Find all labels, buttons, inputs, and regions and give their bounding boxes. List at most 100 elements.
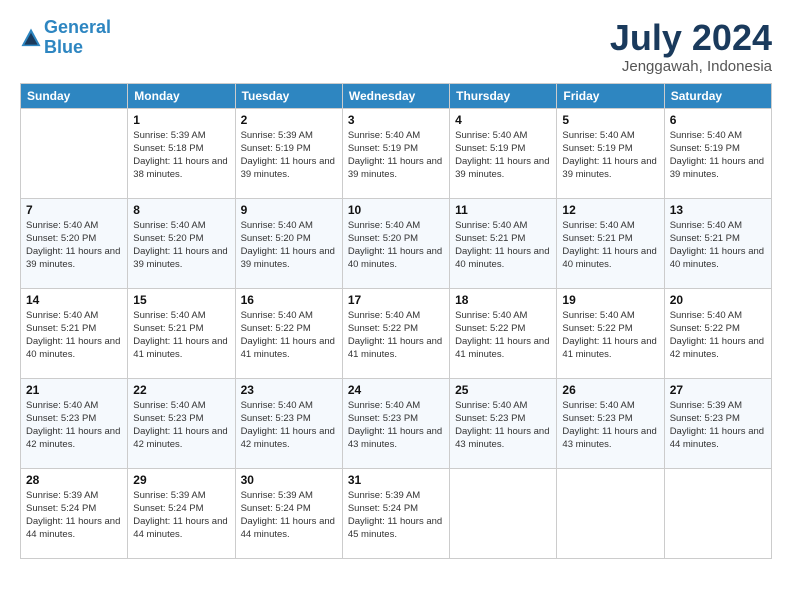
day-number: 19 bbox=[562, 293, 658, 307]
calendar-cell: 15Sunrise: 5:40 AM Sunset: 5:21 PM Dayli… bbox=[128, 288, 235, 378]
location: Jenggawah, Indonesia bbox=[610, 58, 772, 75]
calendar-body: 1 Sunrise: 5:39 AM Sunset: 5:18 PM Daylig… bbox=[21, 108, 772, 558]
calendar-cell: 6 Sunrise: 5:40 AM Sunset: 5:19 PM Daylig… bbox=[664, 108, 771, 198]
calendar-cell: 14 Sunrise: 5:40 AM Sunset: 5:21 PM Dayli… bbox=[21, 288, 128, 378]
weekday-header-cell: Monday bbox=[128, 83, 235, 108]
day-info: Sunrise: 5:40 AM Sunset: 5:20 PM Dayligh… bbox=[26, 219, 122, 272]
day-info: Sunrise: 5:40 AM Sunset: 5:20 PM Dayligh… bbox=[241, 219, 337, 272]
calendar-cell: 16 Sunrise: 5:40 AM Sunset: 5:22 PM Dayli… bbox=[235, 288, 342, 378]
calendar-cell: 1 Sunrise: 5:39 AM Sunset: 5:18 PM Daylig… bbox=[128, 108, 235, 198]
day-info: Sunrise: 5:40 AM Sunset: 5:22 PM Dayligh… bbox=[562, 309, 658, 362]
calendar-cell: 25 Sunrise: 5:40 AM Sunset: 5:23 PM Dayli… bbox=[450, 378, 557, 468]
day-number: 8 bbox=[133, 203, 229, 217]
weekday-header-cell: Saturday bbox=[664, 83, 771, 108]
day-number: 4 bbox=[455, 113, 551, 127]
weekday-header-cell: Thursday bbox=[450, 83, 557, 108]
day-number: 17 bbox=[348, 293, 444, 307]
weekday-header-cell: Tuesday bbox=[235, 83, 342, 108]
day-number: 31 bbox=[348, 473, 444, 487]
calendar-cell: 18 Sunrise: 5:40 AM Sunset: 5:22 PM Dayli… bbox=[450, 288, 557, 378]
day-number: 7 bbox=[26, 203, 122, 217]
calendar-cell: 20 Sunrise: 5:40 AM Sunset: 5:22 PM Dayli… bbox=[664, 288, 771, 378]
day-number: 25 bbox=[455, 383, 551, 397]
day-info: Sunrise: 5:40 AM Sunset: 5:21 PM Dayligh… bbox=[562, 219, 658, 272]
calendar-cell: 11Sunrise: 5:40 AM Sunset: 5:21 PM Dayli… bbox=[450, 198, 557, 288]
day-info: Sunrise: 5:40 AM Sunset: 5:21 PM Dayligh… bbox=[670, 219, 766, 272]
day-info: Sunrise: 5:40 AM Sunset: 5:21 PM Dayligh… bbox=[133, 309, 229, 362]
day-number: 6 bbox=[670, 113, 766, 127]
day-info: Sunrise: 5:39 AM Sunset: 5:24 PM Dayligh… bbox=[241, 489, 337, 542]
day-info: Sunrise: 5:40 AM Sunset: 5:19 PM Dayligh… bbox=[455, 129, 551, 182]
calendar-cell: 30 Sunrise: 5:39 AM Sunset: 5:24 PM Dayli… bbox=[235, 468, 342, 558]
day-info: Sunrise: 5:39 AM Sunset: 5:24 PM Dayligh… bbox=[133, 489, 229, 542]
day-number: 30 bbox=[241, 473, 337, 487]
calendar-cell: 31 Sunrise: 5:39 AM Sunset: 5:24 PM Dayli… bbox=[342, 468, 449, 558]
day-number: 3 bbox=[348, 113, 444, 127]
calendar-cell: 29Sunrise: 5:39 AM Sunset: 5:24 PM Dayli… bbox=[128, 468, 235, 558]
calendar-cell: 17 Sunrise: 5:40 AM Sunset: 5:22 PM Dayli… bbox=[342, 288, 449, 378]
title-block: July 2024 Jenggawah, Indonesia bbox=[610, 18, 772, 75]
day-number: 1 bbox=[133, 113, 229, 127]
calendar-week-row: 7 Sunrise: 5:40 AM Sunset: 5:20 PM Daylig… bbox=[21, 198, 772, 288]
day-number: 18 bbox=[455, 293, 551, 307]
month-title: July 2024 bbox=[610, 18, 772, 58]
day-info: Sunrise: 5:40 AM Sunset: 5:21 PM Dayligh… bbox=[455, 219, 551, 272]
day-info: Sunrise: 5:40 AM Sunset: 5:19 PM Dayligh… bbox=[348, 129, 444, 182]
day-info: Sunrise: 5:40 AM Sunset: 5:19 PM Dayligh… bbox=[562, 129, 658, 182]
day-number: 14 bbox=[26, 293, 122, 307]
day-info: Sunrise: 5:40 AM Sunset: 5:19 PM Dayligh… bbox=[670, 129, 766, 182]
day-info: Sunrise: 5:40 AM Sunset: 5:23 PM Dayligh… bbox=[241, 399, 337, 452]
day-info: Sunrise: 5:40 AM Sunset: 5:20 PM Dayligh… bbox=[348, 219, 444, 272]
weekday-header-cell: Friday bbox=[557, 83, 664, 108]
day-info: Sunrise: 5:39 AM Sunset: 5:24 PM Dayligh… bbox=[348, 489, 444, 542]
calendar-cell: 5Sunrise: 5:40 AM Sunset: 5:19 PM Daylig… bbox=[557, 108, 664, 198]
day-number: 24 bbox=[348, 383, 444, 397]
logo-icon bbox=[20, 27, 42, 49]
day-number: 28 bbox=[26, 473, 122, 487]
calendar-cell: 12 Sunrise: 5:40 AM Sunset: 5:21 PM Dayli… bbox=[557, 198, 664, 288]
day-info: Sunrise: 5:40 AM Sunset: 5:23 PM Dayligh… bbox=[26, 399, 122, 452]
calendar-cell: 10 Sunrise: 5:40 AM Sunset: 5:20 PM Dayli… bbox=[342, 198, 449, 288]
calendar-week-row: 1 Sunrise: 5:39 AM Sunset: 5:18 PM Daylig… bbox=[21, 108, 772, 198]
calendar-cell bbox=[557, 468, 664, 558]
day-number: 2 bbox=[241, 113, 337, 127]
calendar-cell bbox=[21, 108, 128, 198]
calendar-cell: 24 Sunrise: 5:40 AM Sunset: 5:23 PM Dayli… bbox=[342, 378, 449, 468]
day-info: Sunrise: 5:40 AM Sunset: 5:23 PM Dayligh… bbox=[455, 399, 551, 452]
day-info: Sunrise: 5:40 AM Sunset: 5:23 PM Dayligh… bbox=[348, 399, 444, 452]
day-number: 10 bbox=[348, 203, 444, 217]
logo-text: General Blue bbox=[44, 18, 111, 58]
calendar-cell: 4 Sunrise: 5:40 AM Sunset: 5:19 PM Daylig… bbox=[450, 108, 557, 198]
day-info: Sunrise: 5:40 AM Sunset: 5:22 PM Dayligh… bbox=[670, 309, 766, 362]
calendar-cell: 13Sunrise: 5:40 AM Sunset: 5:21 PM Dayli… bbox=[664, 198, 771, 288]
weekday-header-row: SundayMondayTuesdayWednesdayThursdayFrid… bbox=[21, 83, 772, 108]
day-number: 23 bbox=[241, 383, 337, 397]
calendar-week-row: 21Sunrise: 5:40 AM Sunset: 5:23 PM Dayli… bbox=[21, 378, 772, 468]
day-number: 12 bbox=[562, 203, 658, 217]
day-number: 26 bbox=[562, 383, 658, 397]
day-info: Sunrise: 5:40 AM Sunset: 5:21 PM Dayligh… bbox=[26, 309, 122, 362]
day-info: Sunrise: 5:40 AM Sunset: 5:23 PM Dayligh… bbox=[133, 399, 229, 452]
calendar-cell: 28Sunrise: 5:39 AM Sunset: 5:24 PM Dayli… bbox=[21, 468, 128, 558]
calendar-cell: 9Sunrise: 5:40 AM Sunset: 5:20 PM Daylig… bbox=[235, 198, 342, 288]
calendar-week-row: 28 Sunrise: 5:39 AM Sunset: 5:24 PM Dayli… bbox=[21, 468, 772, 558]
calendar-table: SundayMondayTuesdayWednesdayThursdayFrid… bbox=[20, 83, 772, 559]
weekday-header-cell: Wednesday bbox=[342, 83, 449, 108]
day-info: Sunrise: 5:40 AM Sunset: 5:22 PM Dayligh… bbox=[241, 309, 337, 362]
day-info: Sunrise: 5:40 AM Sunset: 5:22 PM Dayligh… bbox=[455, 309, 551, 362]
calendar-cell: 27 Sunrise: 5:39 AM Sunset: 5:23 PM Dayli… bbox=[664, 378, 771, 468]
day-info: Sunrise: 5:40 AM Sunset: 5:23 PM Dayligh… bbox=[562, 399, 658, 452]
calendar-week-row: 14 Sunrise: 5:40 AM Sunset: 5:21 PM Dayli… bbox=[21, 288, 772, 378]
day-info: Sunrise: 5:40 AM Sunset: 5:22 PM Dayligh… bbox=[348, 309, 444, 362]
calendar-cell: 23 Sunrise: 5:40 AM Sunset: 5:23 PM Dayli… bbox=[235, 378, 342, 468]
page: General Blue July 2024 Jenggawah, Indone… bbox=[0, 0, 792, 612]
calendar-cell: 3 Sunrise: 5:40 AM Sunset: 5:19 PM Daylig… bbox=[342, 108, 449, 198]
calendar-cell bbox=[450, 468, 557, 558]
day-info: Sunrise: 5:39 AM Sunset: 5:23 PM Dayligh… bbox=[670, 399, 766, 452]
calendar-cell: 21Sunrise: 5:40 AM Sunset: 5:23 PM Dayli… bbox=[21, 378, 128, 468]
day-info: Sunrise: 5:39 AM Sunset: 5:18 PM Dayligh… bbox=[133, 129, 229, 182]
day-number: 20 bbox=[670, 293, 766, 307]
calendar-cell: 7 Sunrise: 5:40 AM Sunset: 5:20 PM Daylig… bbox=[21, 198, 128, 288]
day-number: 16 bbox=[241, 293, 337, 307]
day-number: 27 bbox=[670, 383, 766, 397]
